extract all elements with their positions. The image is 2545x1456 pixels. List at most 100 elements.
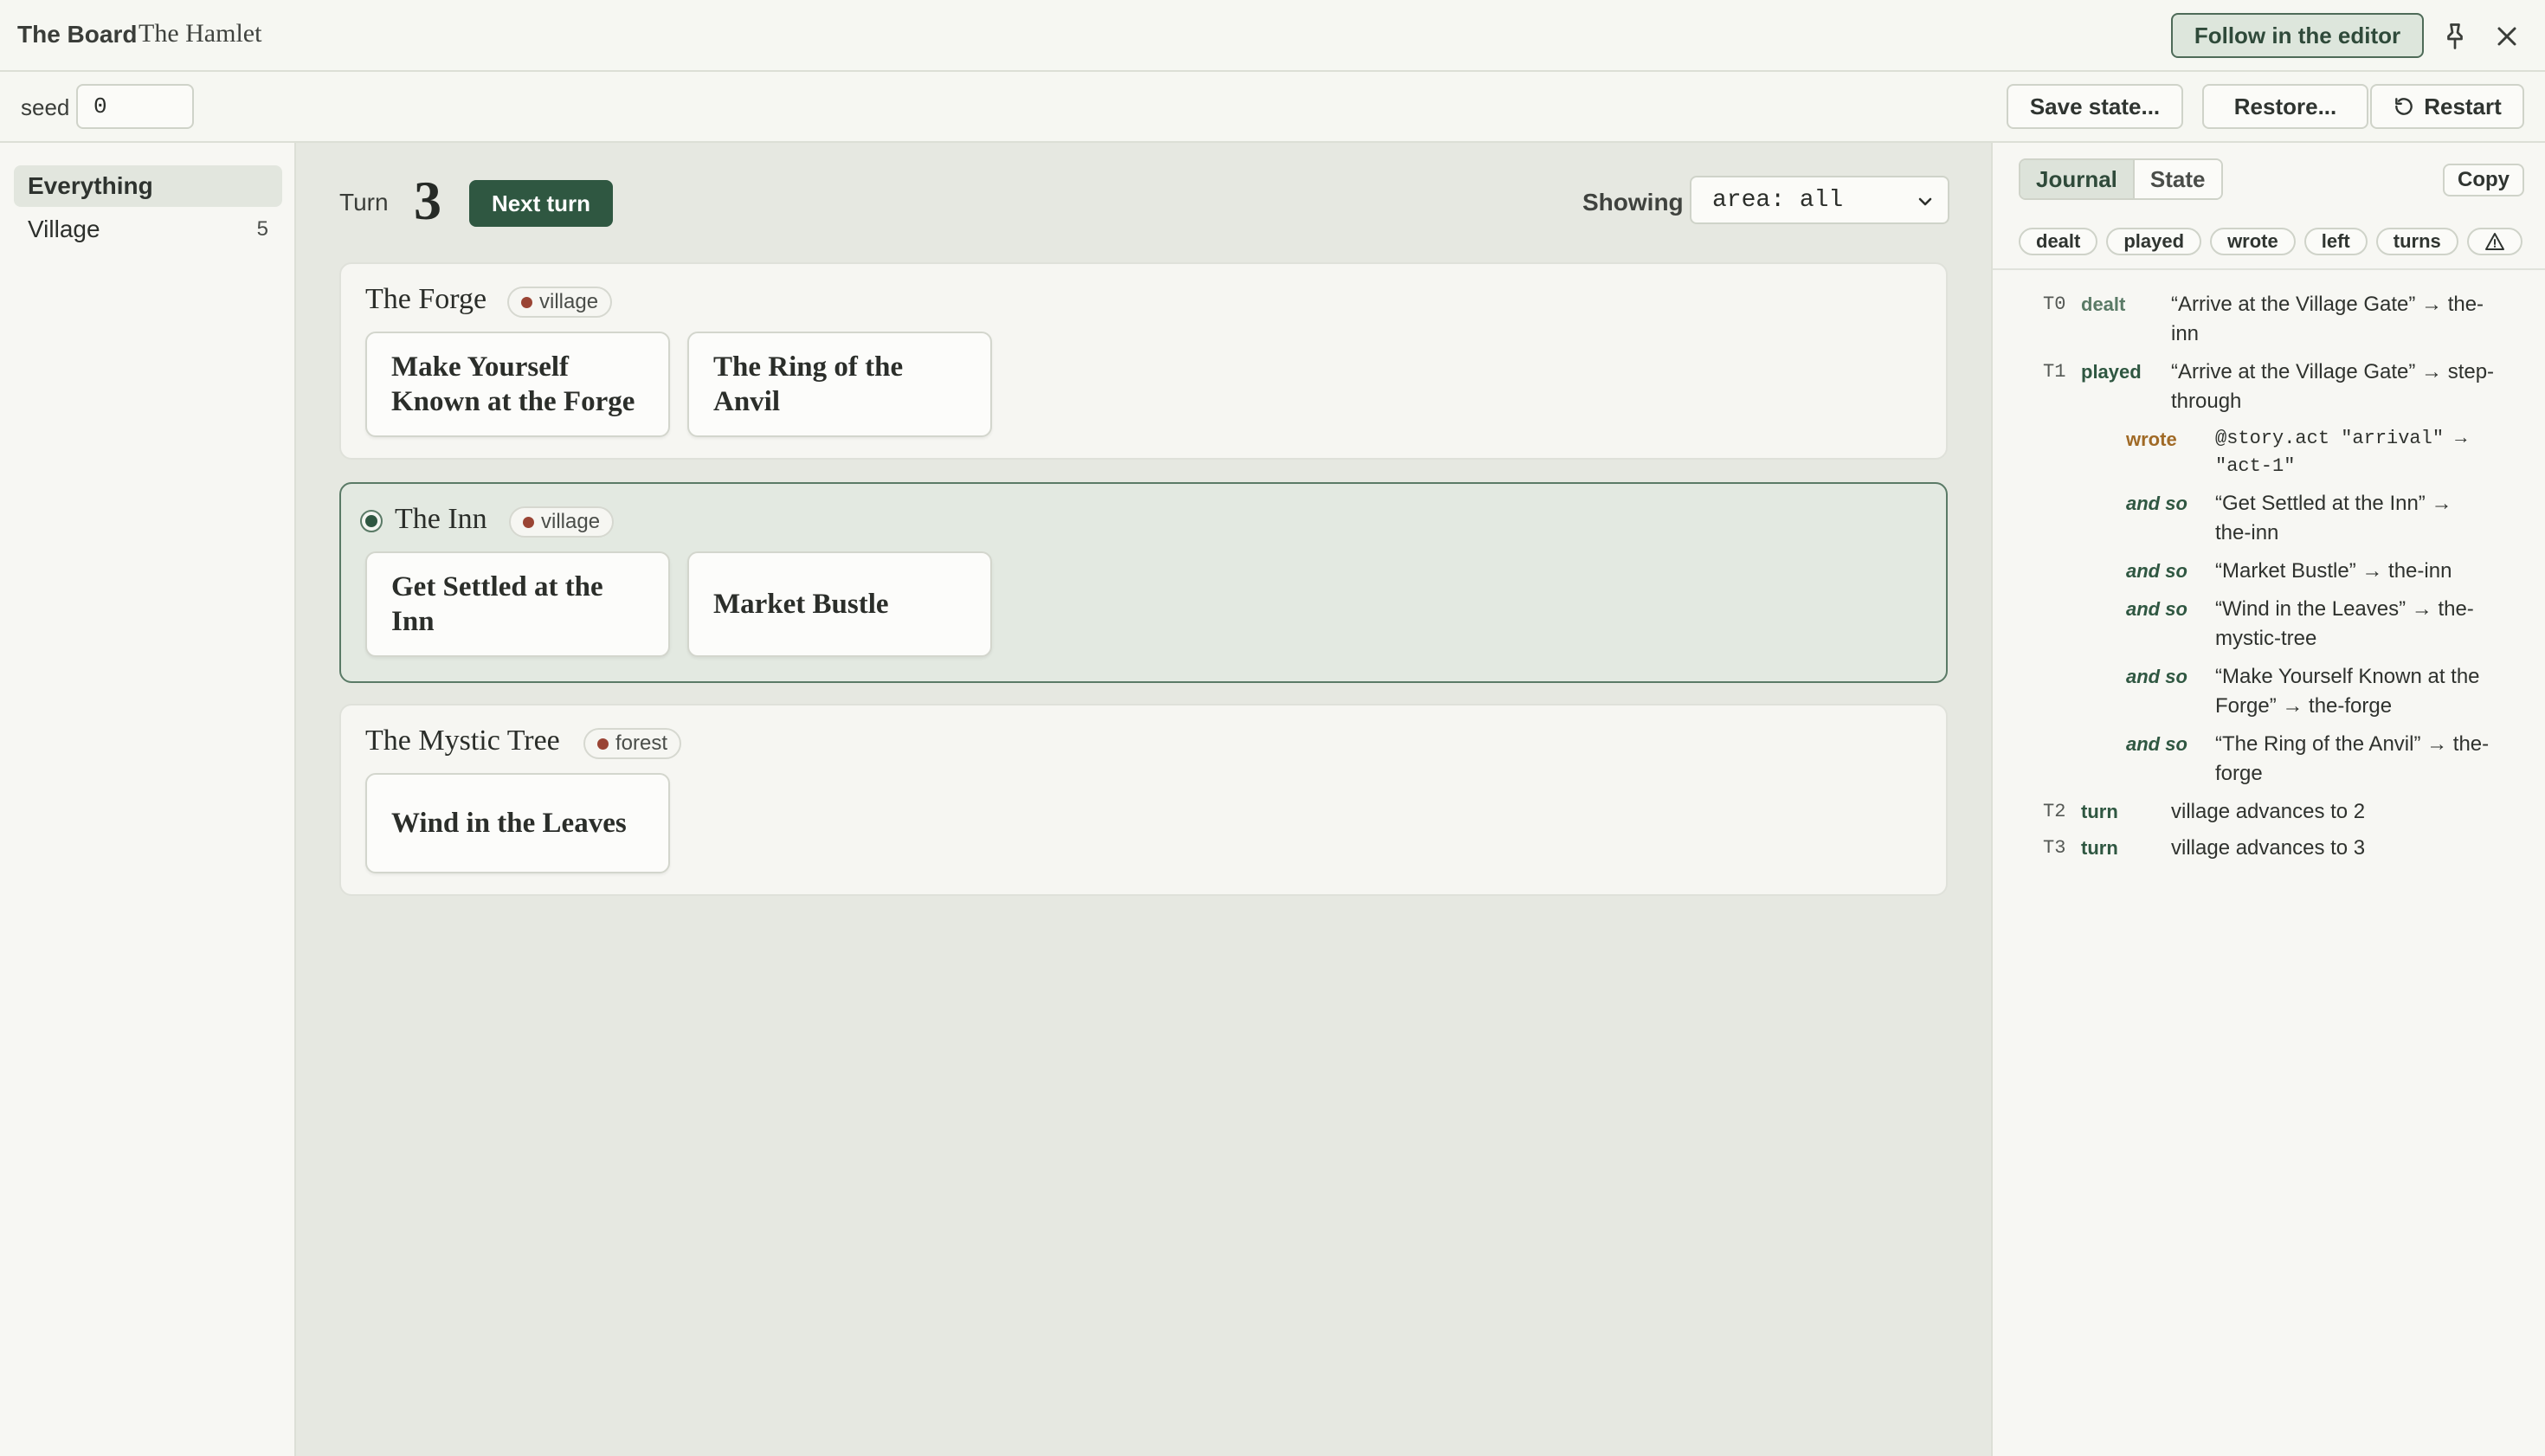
- showing-label: Showing: [1582, 189, 1684, 216]
- entry-line: inn: [2171, 322, 2200, 345]
- entry-kind: played: [2081, 361, 2142, 383]
- tab-journal[interactable]: Journal: [2020, 160, 2135, 198]
- entry-kind: turn: [2081, 837, 2118, 859]
- location-name: The Inn: [395, 503, 487, 535]
- entry-turn: T2: [2043, 801, 2066, 822]
- sidebar-item-village[interactable]: Village 5: [14, 209, 282, 250]
- area-tag-label: village: [541, 510, 601, 533]
- entry-line: village advances to 3: [2171, 836, 2366, 860]
- pin-icon[interactable]: [2439, 21, 2471, 52]
- entry-line: @story.act "arrival" →: [2215, 428, 2467, 449]
- entry-turn: T3: [2043, 837, 2066, 859]
- card[interactable]: Get Settled at the Inn: [365, 551, 670, 657]
- entry-kind: and so: [2126, 493, 2187, 514]
- area-filter-select[interactable]: area: all: [1690, 176, 1949, 224]
- tab-state[interactable]: State: [2134, 160, 2221, 198]
- filter-played[interactable]: played: [2106, 228, 2202, 255]
- entry-kind: and so: [2126, 666, 2187, 687]
- filter-left[interactable]: left: [2303, 228, 2368, 255]
- next-turn-button[interactable]: Next turn: [469, 180, 613, 227]
- entry-kind: and so: [2126, 733, 2187, 755]
- entry-kind: turn: [2081, 801, 2118, 822]
- entry-turn: T1: [2043, 361, 2066, 383]
- area-dot: [523, 516, 534, 528]
- restore-button[interactable]: Restore...: [2202, 84, 2368, 129]
- card[interactable]: Wind in the Leaves: [365, 773, 670, 873]
- chevron-down-icon: [1918, 197, 1932, 206]
- area-tag-label: village: [539, 290, 599, 313]
- toolbar: seed Save state... Restore... Restart: [0, 72, 2545, 143]
- current-location-marker: [360, 510, 383, 532]
- sidebar-item-everything[interactable]: Everything: [14, 165, 282, 207]
- area-tag: village: [509, 506, 615, 538]
- entry-text: “Market Bustle” → the-inn: [2215, 557, 2452, 586]
- filter-warnings[interactable]: [2466, 228, 2522, 255]
- seed-input[interactable]: [76, 84, 194, 129]
- save-state-button[interactable]: Save state...: [2007, 84, 2183, 129]
- project-title: The Hamlet: [139, 19, 262, 48]
- entry-text: “Wind in the Leaves” → the- mystic-tree: [2215, 595, 2474, 654]
- area-filter-value: area: all: [1712, 186, 1844, 214]
- entry-line: “Arrive at the Village Gate” → the-: [2171, 293, 2484, 316]
- area-tag: forest: [583, 728, 682, 759]
- location-name: The Forge: [365, 283, 487, 315]
- entry-line: village advances to 2: [2171, 800, 2366, 823]
- area-tag: village: [507, 287, 613, 318]
- close-icon[interactable]: [2491, 21, 2522, 52]
- turn-label: Turn: [339, 189, 389, 216]
- entry-line: “Arrive at the Village Gate” → step-: [2171, 360, 2495, 383]
- card[interactable]: The Ring of the Anvil: [687, 332, 992, 437]
- entry-text: “Arrive at the Village Gate” → the- inn: [2171, 290, 2484, 349]
- entry-line: forge: [2215, 762, 2263, 785]
- entry-text: “Make Yourself Known at the Forge” → the…: [2215, 662, 2480, 721]
- journal-filters: dealt played wrote left turns: [2019, 228, 2522, 255]
- restart-icon: [2395, 98, 2413, 115]
- entry-kind: dealt: [2081, 293, 2126, 315]
- entry-text: “Arrive at the Village Gate” → step- thr…: [2171, 358, 2494, 416]
- entry-line: “Wind in the Leaves” → the-: [2215, 597, 2474, 621]
- app-title: The Board: [17, 21, 138, 48]
- filter-turns[interactable]: turns: [2375, 228, 2458, 255]
- entry-text: village advances to 3: [2171, 834, 2365, 863]
- entry-line: Forge” → the-forge: [2215, 694, 2393, 718]
- location-the-forge: The Forge village Make Yourself Known at…: [339, 262, 1948, 460]
- entry-line: “Market Bustle” → the-inn: [2215, 559, 2452, 583]
- sidebar-item-count: 5: [256, 217, 268, 241]
- location-name: The Mystic Tree: [365, 725, 560, 757]
- divider: [1993, 268, 2545, 270]
- restart-button[interactable]: Restart: [2370, 84, 2524, 129]
- follow-in-editor-button[interactable]: Follow in the editor: [2171, 13, 2424, 58]
- entry-kind: wrote: [2126, 428, 2177, 450]
- entry-line: "act-1": [2215, 455, 2296, 477]
- warning-icon: [2484, 233, 2504, 250]
- entry-line: “Get Settled at the Inn” →: [2215, 492, 2452, 515]
- sidebar-item-label: Village: [28, 216, 100, 242]
- title-bar: The Board The Hamlet Follow in the edito…: [0, 0, 2545, 72]
- entry-kind: and so: [2126, 560, 2187, 582]
- area-dot: [521, 296, 532, 308]
- panel-tabs: Journal State: [2019, 158, 2223, 200]
- location-the-mystic-tree: The Mystic Tree forest Wind in the Leave…: [339, 704, 1948, 896]
- area-tag-label: forest: [615, 731, 668, 755]
- filter-dealt[interactable]: dealt: [2019, 228, 2098, 255]
- seed-label: seed: [21, 94, 70, 120]
- location-the-inn: The Inn village Get Settled at the Inn M…: [339, 482, 1948, 683]
- copy-button[interactable]: Copy: [2443, 164, 2524, 196]
- entry-line: “The Ring of the Anvil” → the-: [2215, 732, 2490, 756]
- entry-text: village advances to 2: [2171, 797, 2365, 827]
- turn-number: 3: [414, 170, 441, 231]
- entry-kind: and so: [2126, 598, 2187, 620]
- entry-turn: T0: [2043, 293, 2066, 315]
- entry-text: “Get Settled at the Inn” → the-inn: [2215, 489, 2452, 548]
- board: Turn 3 Next turn Showing area: all The F…: [296, 143, 1993, 1456]
- card[interactable]: Market Bustle: [687, 551, 992, 657]
- area-sidebar: Everything Village 5: [0, 143, 296, 1456]
- area-dot: [597, 738, 609, 750]
- entry-line: mystic-tree: [2215, 627, 2317, 650]
- filter-wrote[interactable]: wrote: [2210, 228, 2296, 255]
- entry-line: through: [2171, 390, 2242, 413]
- journal-panel: Journal State Copy dealt played wrote le…: [1991, 143, 2545, 1456]
- card[interactable]: Make Yourself Known at the Forge: [365, 332, 670, 437]
- entry-line: the-inn: [2215, 521, 2279, 544]
- entry-line: “Make Yourself Known at the: [2215, 665, 2480, 688]
